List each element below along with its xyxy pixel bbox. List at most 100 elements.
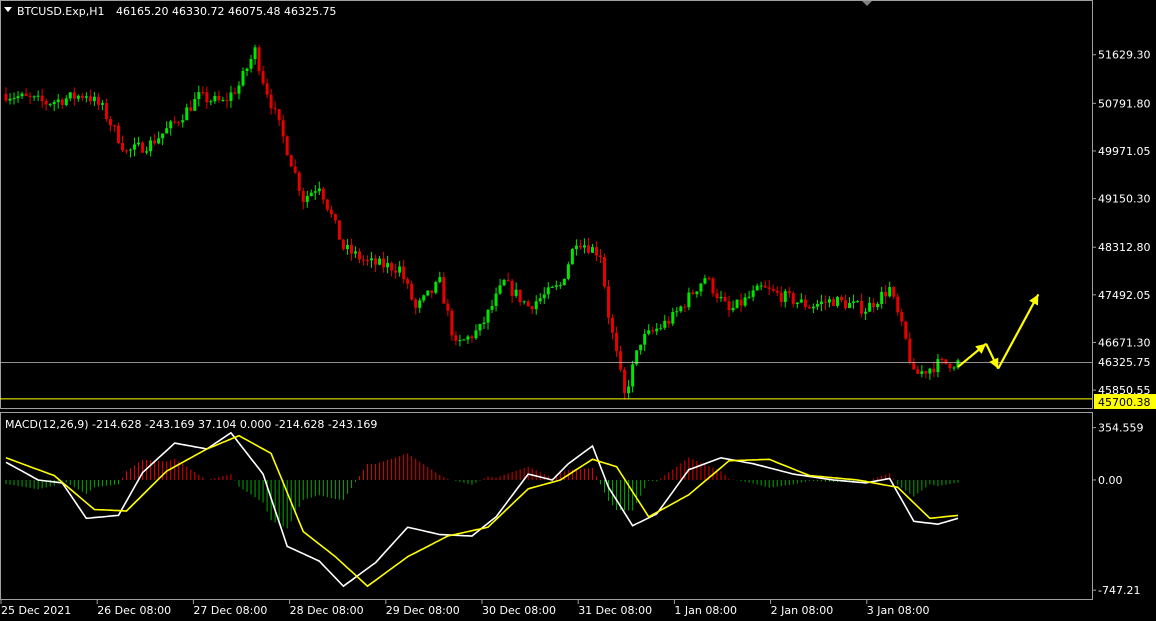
candle-body [840, 296, 844, 301]
candle-body [129, 149, 133, 151]
y-tick-label: 46671.30 [1098, 336, 1151, 349]
candle-body [936, 359, 940, 373]
candle-body [727, 301, 731, 311]
candle-body [281, 120, 285, 137]
candle [566, 261, 570, 281]
candle-body [153, 140, 157, 144]
candle-body [671, 311, 675, 324]
candle [116, 122, 120, 145]
candle-body [659, 327, 663, 329]
candle-body [811, 306, 815, 309]
candle-body [161, 133, 165, 139]
candle-body [422, 295, 426, 301]
candle-body [84, 96, 88, 98]
candle-body [703, 278, 707, 284]
candle [570, 248, 574, 265]
candle-body [32, 96, 36, 98]
candle-body [916, 369, 920, 374]
candle-body [341, 239, 345, 250]
x-tick-label: 3 Jan 08:00 [867, 604, 930, 617]
x-tick-label: 31 Dec 08:00 [578, 604, 652, 617]
y-tick-label: 47492.05 [1098, 289, 1151, 302]
candle-body [64, 98, 68, 106]
candle-body [546, 287, 550, 295]
candle-body [277, 109, 281, 121]
candle-body [699, 283, 703, 292]
candle-body [305, 195, 309, 202]
candle-body [860, 300, 864, 314]
candle-body [655, 328, 659, 332]
candle-body [611, 317, 615, 333]
candle-body [265, 83, 269, 95]
candle-body [534, 301, 538, 310]
candle-body [912, 362, 916, 370]
candle-body [474, 330, 478, 339]
candle-body [133, 144, 137, 150]
candle-body [502, 279, 506, 286]
candle-body [233, 92, 237, 94]
candle-body [100, 103, 104, 105]
candle-body [60, 99, 64, 106]
candle-body [747, 296, 751, 298]
candle [285, 135, 289, 156]
candle-body [538, 298, 542, 302]
candle-body [767, 287, 771, 289]
y-tick-label: 50791.80 [1098, 97, 1151, 110]
candle-body [257, 47, 261, 72]
candle-body [944, 359, 948, 364]
support-label: 45700.38 [1098, 396, 1151, 409]
x-tick-label: 29 Dec 08:00 [386, 604, 460, 617]
candle-body [366, 260, 370, 262]
candle-body [566, 264, 570, 279]
candle-body [16, 96, 20, 99]
candle-body [888, 287, 892, 297]
candle-body [755, 285, 759, 291]
candle-body [799, 299, 803, 303]
candle-body [514, 289, 518, 296]
candle-body [510, 280, 514, 296]
candle [289, 154, 293, 167]
candle-body [297, 172, 301, 191]
candle-body [791, 293, 795, 305]
candle-body [522, 301, 526, 303]
candle-body [430, 290, 434, 293]
candle-body [104, 103, 108, 120]
candle-body [844, 300, 848, 309]
candle-body [333, 214, 337, 221]
macd-tick-label: 0.00 [1098, 474, 1123, 487]
candle-body [394, 270, 398, 273]
x-tick-label: 26 Dec 08:00 [97, 604, 171, 617]
candle-body [771, 288, 775, 291]
candle-body [562, 278, 566, 286]
candle-body [261, 71, 265, 84]
candle-body [526, 301, 530, 307]
candle-body [40, 95, 44, 101]
candle-body [386, 263, 390, 268]
candle-body [442, 277, 446, 304]
y-tick-label: 51629.30 [1098, 49, 1151, 62]
candle-body [594, 247, 598, 256]
candle-body [582, 245, 586, 248]
candle-body [779, 292, 783, 302]
candle-body [643, 333, 647, 345]
candle-body [96, 96, 100, 105]
candle [735, 299, 739, 309]
candle-body [831, 299, 835, 306]
candle [410, 280, 414, 301]
candle-body [116, 125, 120, 144]
candle-body [603, 256, 607, 287]
candle-body [482, 322, 486, 325]
candle-body [590, 247, 594, 253]
candle-body [112, 125, 116, 127]
candle [904, 320, 908, 341]
candle-body [550, 286, 554, 288]
candle-body [691, 292, 695, 295]
candle-body [237, 85, 241, 94]
candle-body [466, 336, 470, 340]
candle-body [337, 220, 341, 240]
candle-body [205, 92, 209, 103]
candle-body [8, 98, 12, 101]
candle-body [554, 285, 558, 287]
candle-body [827, 299, 831, 303]
candle-body [48, 104, 52, 106]
